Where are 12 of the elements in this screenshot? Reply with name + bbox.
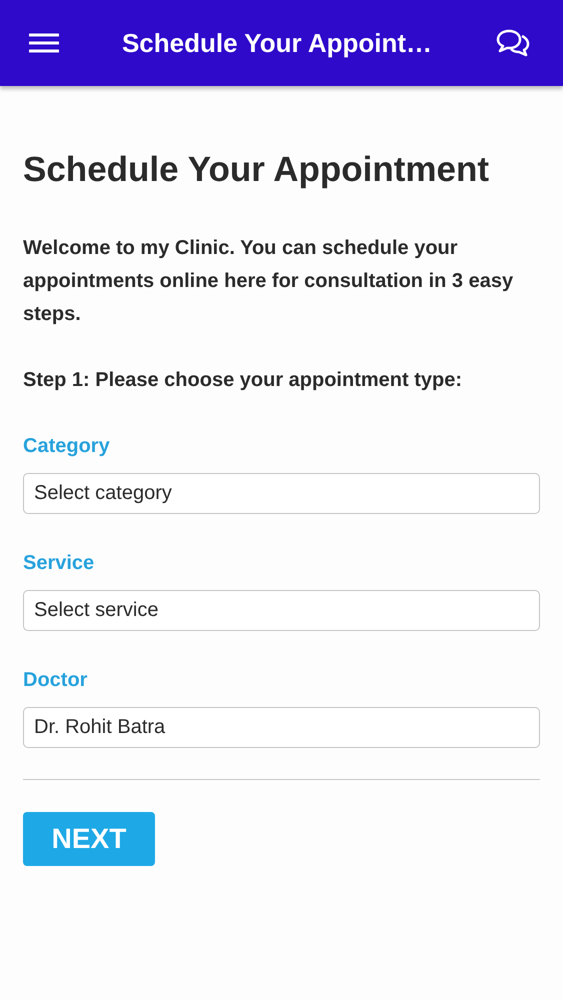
field-label: Service	[23, 550, 96, 576]
select-field[interactable]: Dr. Rohit Batra	[23, 706, 540, 748]
chat-bubbles-icon[interactable]	[495, 28, 531, 58]
field-label: Category	[23, 434, 111, 459]
select-field[interactable]: Select category	[23, 472, 540, 514]
field-label: Doctor	[23, 668, 88, 693]
intro-text: Welcome to my Clinic. You can schedule your appointments online here for consultation in 3 easy steps.	[23, 236, 514, 327]
step-text: Step 1: Please choose your appointment type:	[23, 368, 463, 393]
page-heading: Schedule Your Appointment	[23, 149, 490, 191]
select-field[interactable]: Select service	[23, 590, 540, 631]
app-bar-title: Schedule Your Appoint…	[122, 26, 432, 60]
menu-icon[interactable]	[29, 33, 59, 53]
